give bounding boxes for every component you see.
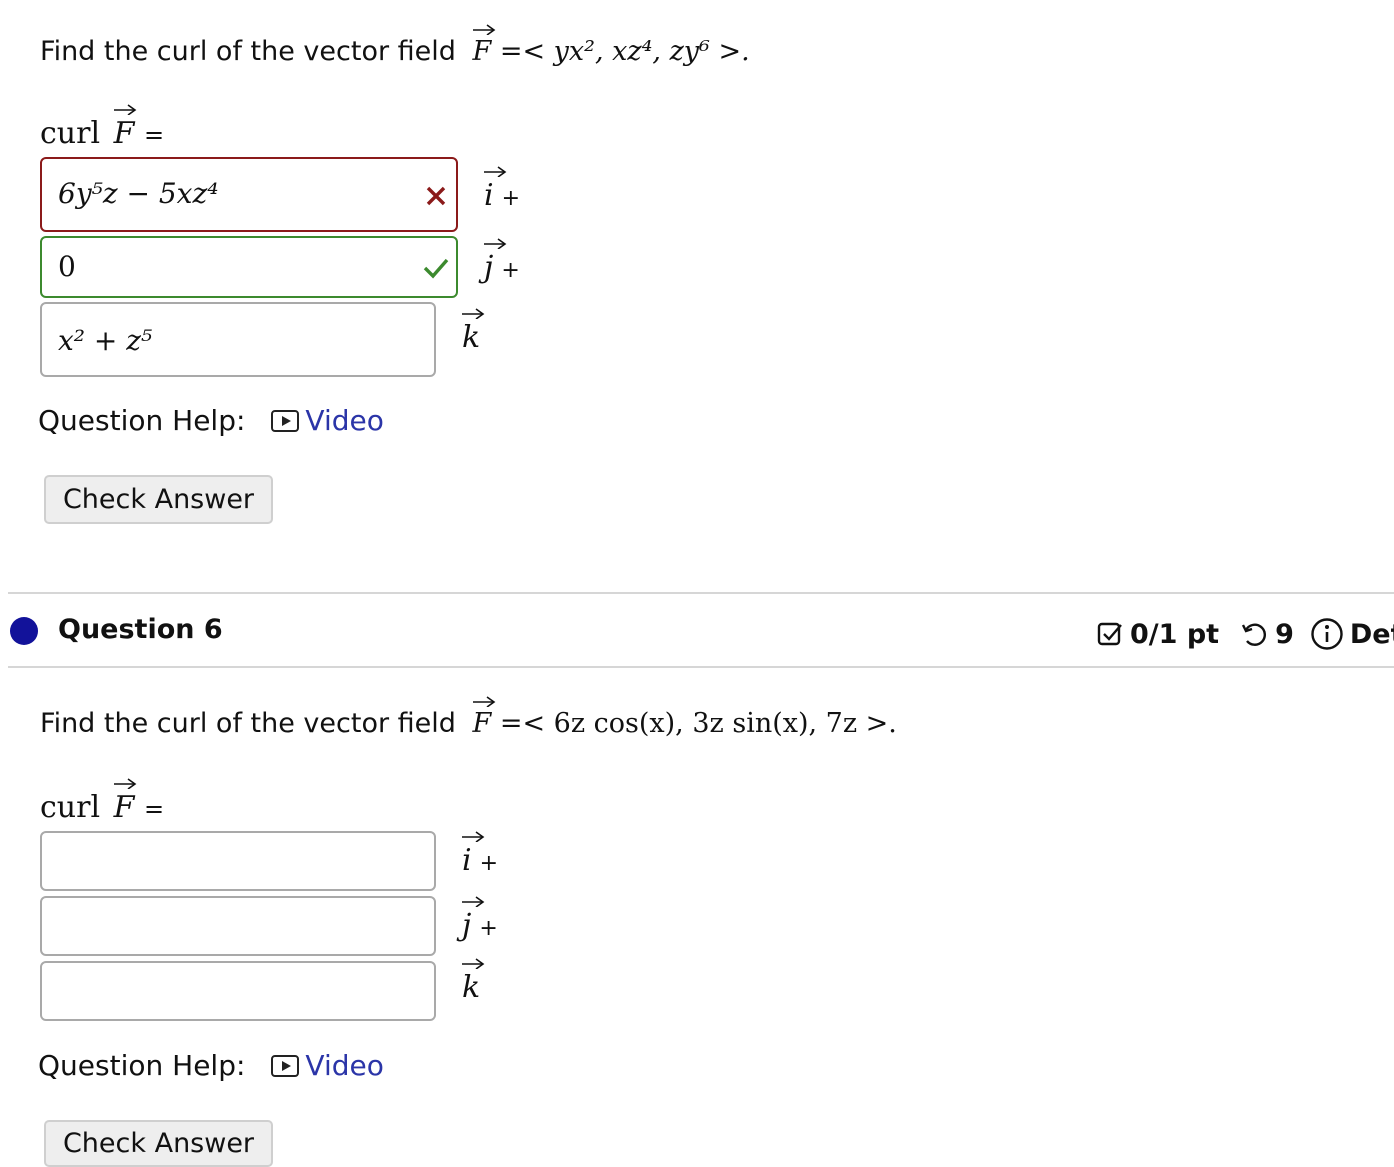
correct-check-icon xyxy=(423,258,449,279)
q5-answer-k-field[interactable]: x² + z⁵ xyxy=(40,302,436,377)
section-divider-bottom xyxy=(8,666,1394,668)
question-title: Question 6 xyxy=(58,614,223,645)
q5-answer-i-value: 6y⁵z − 5xz⁴ xyxy=(58,177,219,210)
q6-answer-j-field[interactable] xyxy=(40,896,436,956)
q6-check-answer-button[interactable]: Check Answer xyxy=(44,1120,273,1167)
q5-field-symbol: F xyxy=(473,36,492,67)
video-play-icon[interactable] xyxy=(271,1054,300,1077)
q5-unit-i: i + xyxy=(484,178,520,213)
q6-question-help: Question Help: Video xyxy=(38,1049,384,1082)
section-divider-top xyxy=(8,592,1394,594)
q5-answer-i-field[interactable]: 6y⁵z − 5xz⁴ xyxy=(40,157,458,232)
q5-answer-j-value: 0 xyxy=(58,250,76,283)
q6-unit-k: k xyxy=(462,970,480,1005)
question-meta: 0/1 pt 9 Det xyxy=(1096,617,1394,651)
q6-prompt: Find the curl of the vector field F =< 6… xyxy=(40,708,897,739)
retries-count: 9 xyxy=(1275,618,1294,650)
incorrect-x-icon xyxy=(426,186,446,206)
q6-help-label: Question Help: xyxy=(38,1049,246,1082)
q5-unit-j: j + xyxy=(484,250,520,285)
q5-video-link[interactable]: Video xyxy=(305,404,383,437)
q5-help-label: Question Help: xyxy=(38,404,246,437)
q6-curl-symbol: F xyxy=(114,790,135,825)
q6-field-expr: =< 6z cos(x), 3z sin(x), 7z >. xyxy=(499,708,897,739)
question-status-dot xyxy=(10,617,38,645)
retry-icon xyxy=(1242,623,1267,646)
q5-answer-k-value: x² + z⁵ xyxy=(58,324,153,357)
q6-prompt-text: Find the curl of the vector field xyxy=(40,708,456,739)
q6-unit-i: i + xyxy=(462,843,498,878)
q5-field-expr: =< yx², xz⁴, zy⁶ >. xyxy=(499,36,750,67)
q6-unit-j: j + xyxy=(462,908,498,943)
q5-prompt: Find the curl of the vector field F =< y… xyxy=(40,36,750,67)
k-unit-vector: k xyxy=(462,320,480,355)
q6-video-link[interactable]: Video xyxy=(305,1049,383,1082)
details-link[interactable]: Det xyxy=(1350,619,1394,650)
q5-unit-k: k xyxy=(462,320,480,355)
q5-check-answer-button[interactable]: Check Answer xyxy=(44,475,273,524)
q5-curl-label: curl F = xyxy=(40,116,164,151)
k-unit-vector: k xyxy=(462,970,480,1005)
q6-answer-i-field[interactable] xyxy=(40,831,436,891)
info-icon[interactable] xyxy=(1310,617,1344,651)
q5-curl-symbol: F xyxy=(114,116,135,151)
q5-answer-j-field[interactable]: 0 xyxy=(40,236,458,298)
i-unit-vector: i xyxy=(462,843,472,878)
q6-curl-label: curl F = xyxy=(40,790,164,825)
q5-prompt-text: Find the curl of the vector field xyxy=(40,36,456,67)
i-unit-vector: i xyxy=(484,178,494,213)
checkbox-score-icon xyxy=(1097,622,1122,646)
j-unit-vector: j xyxy=(462,908,471,943)
q6-answer-k-field[interactable] xyxy=(40,961,436,1021)
j-unit-vector: j xyxy=(484,250,493,285)
video-play-icon[interactable] xyxy=(271,409,300,432)
q6-field-symbol: F xyxy=(473,708,492,739)
points-text: 0/1 pt xyxy=(1130,618,1220,650)
q5-question-help: Question Help: Video xyxy=(38,404,384,437)
